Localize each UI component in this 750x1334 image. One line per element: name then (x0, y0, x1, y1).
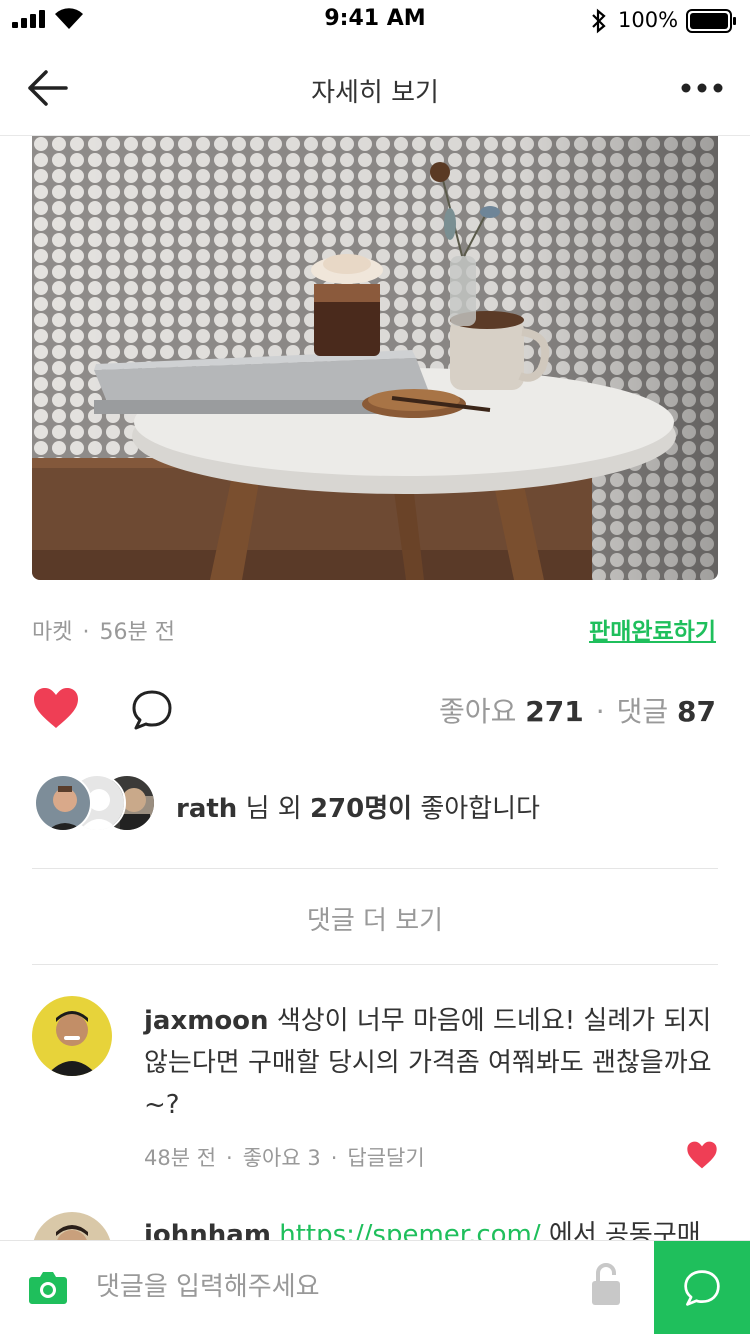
unlock-icon[interactable] (590, 1263, 622, 1307)
likers-suffix: 좋아합니다 (412, 794, 540, 824)
heart-icon[interactable] (686, 1140, 718, 1170)
likers-text: rath 님 외 270명이 좋아합니다 (176, 788, 540, 825)
reply-button[interactable]: 답글달기 (347, 1146, 424, 1170)
comment-user[interactable]: jaxmoon (144, 1006, 269, 1036)
post-photo-illustration (32, 136, 718, 580)
mark-sold-link[interactable]: 판매완료하기 (589, 612, 716, 646)
avatar (34, 774, 92, 832)
comment-text: jaxmoon 색상이 너무 마음에 드네요! 실례가 되지 않는다면 구매할 … (144, 1000, 716, 1126)
likers-middle: 님 외 (237, 794, 310, 824)
comment-bubble-icon[interactable] (130, 688, 174, 732)
comments-label: 댓글 (616, 695, 669, 728)
divider (32, 868, 718, 869)
separator-dot: · (595, 695, 605, 728)
more-options-icon[interactable] (680, 78, 724, 98)
likers-others[interactable]: 270명이 (310, 794, 412, 824)
separator-dot: · (330, 1146, 338, 1170)
send-button[interactable] (654, 1241, 750, 1334)
separator-dot: · (226, 1146, 233, 1170)
bluetooth-icon (592, 8, 606, 34)
post-photo[interactable] (32, 136, 718, 580)
comment-likes[interactable]: 좋아요 3 (243, 1146, 321, 1170)
avatar[interactable] (32, 996, 112, 1076)
heart-icon[interactable] (32, 686, 80, 730)
divider (32, 964, 718, 965)
liker-avatars[interactable] (34, 774, 164, 834)
separator-dot: · (82, 620, 90, 645)
battery-percent: 100% (618, 8, 679, 32)
post-time: 56분 전 (99, 620, 175, 645)
more-comments-button[interactable]: 댓글 더 보기 (0, 900, 750, 937)
post-meta: 마켓 · 56분 전 (32, 614, 175, 646)
comment-meta: 48분 전 · 좋아요 3 · 답글달기 (144, 1142, 425, 1172)
camera-icon[interactable] (28, 1267, 68, 1307)
status-bar: 9:41 AM 100% (0, 0, 750, 40)
comment-bubble-icon (684, 1270, 720, 1306)
engagement-counts: 좋아요 271 · 댓글 87 (439, 690, 716, 730)
page-title: 자세히 보기 (311, 78, 439, 108)
nav-bar: 자세히 보기 (0, 40, 750, 136)
liker-name[interactable]: rath (176, 794, 237, 824)
comments-count: 87 (677, 695, 716, 728)
comment-input[interactable] (96, 1267, 556, 1307)
likes-label: 좋아요 (439, 695, 517, 728)
battery-icon (686, 9, 736, 33)
comment-composer (0, 1240, 750, 1334)
post-category: 마켓 (32, 620, 73, 645)
likes-count: 271 (525, 695, 584, 728)
comment-time: 48분 전 (144, 1146, 217, 1170)
